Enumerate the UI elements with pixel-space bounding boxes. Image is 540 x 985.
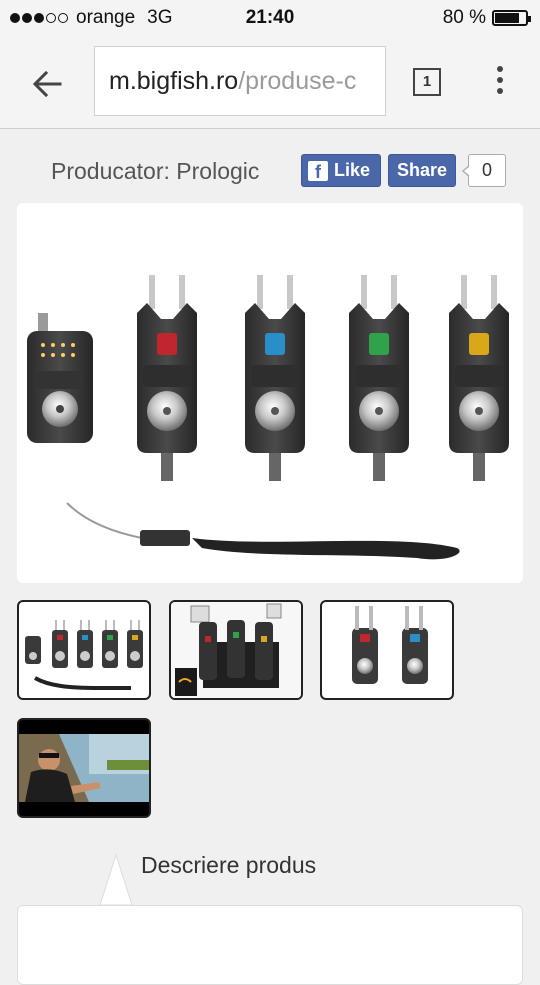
description-content [17, 905, 523, 985]
url-path: /produse-c [238, 67, 357, 95]
battery-percent: 80 % [442, 7, 486, 28]
browser-toolbar: m.bigfish.ro/produse-c 1 [0, 36, 540, 129]
bite-alarm-icon [349, 275, 409, 481]
url-host: m.bigfish.ro [109, 67, 239, 95]
more-vert-icon[interactable] [490, 66, 510, 100]
back-arrow-icon[interactable] [28, 64, 68, 104]
bite-alarm-set-picture [27, 275, 509, 560]
receiver-icon [27, 313, 93, 443]
video-thumbnail[interactable] [17, 718, 151, 818]
facebook-like-button[interactable]: f Like [301, 154, 381, 187]
bite-alarm-icon [102, 620, 118, 668]
thumbnail-1[interactable] [17, 600, 151, 700]
url-bar[interactable]: m.bigfish.ro/produse-c [94, 46, 386, 116]
thumbnail-3[interactable] [320, 600, 454, 700]
facebook-f-icon: f [308, 160, 328, 182]
product-main-image[interactable] [17, 203, 523, 583]
battery-icon [492, 10, 531, 26]
bite-alarm-icon [77, 620, 93, 668]
description-heading: Descriere produs [141, 852, 317, 878]
bite-alarm-icon [52, 620, 68, 668]
producer-label: Producator: Prologic [51, 158, 260, 184]
bite-alarm-icon [245, 275, 305, 481]
speech-bubble-tail-icon [99, 853, 133, 906]
status-bar: orange 3G 21:40 80 % [0, 0, 540, 36]
bite-alarm-icon [137, 275, 197, 481]
bite-alarm-icon [127, 620, 143, 668]
lanyard-icon [66, 502, 460, 560]
like-label: Like [334, 160, 371, 180]
tab-switcher-button[interactable]: 1 [413, 68, 441, 96]
bite-alarm-icon [449, 275, 509, 481]
share-count: 0 [462, 154, 506, 187]
thumbnail-2[interactable] [169, 600, 303, 700]
facebook-share-button[interactable]: Share [388, 154, 456, 187]
